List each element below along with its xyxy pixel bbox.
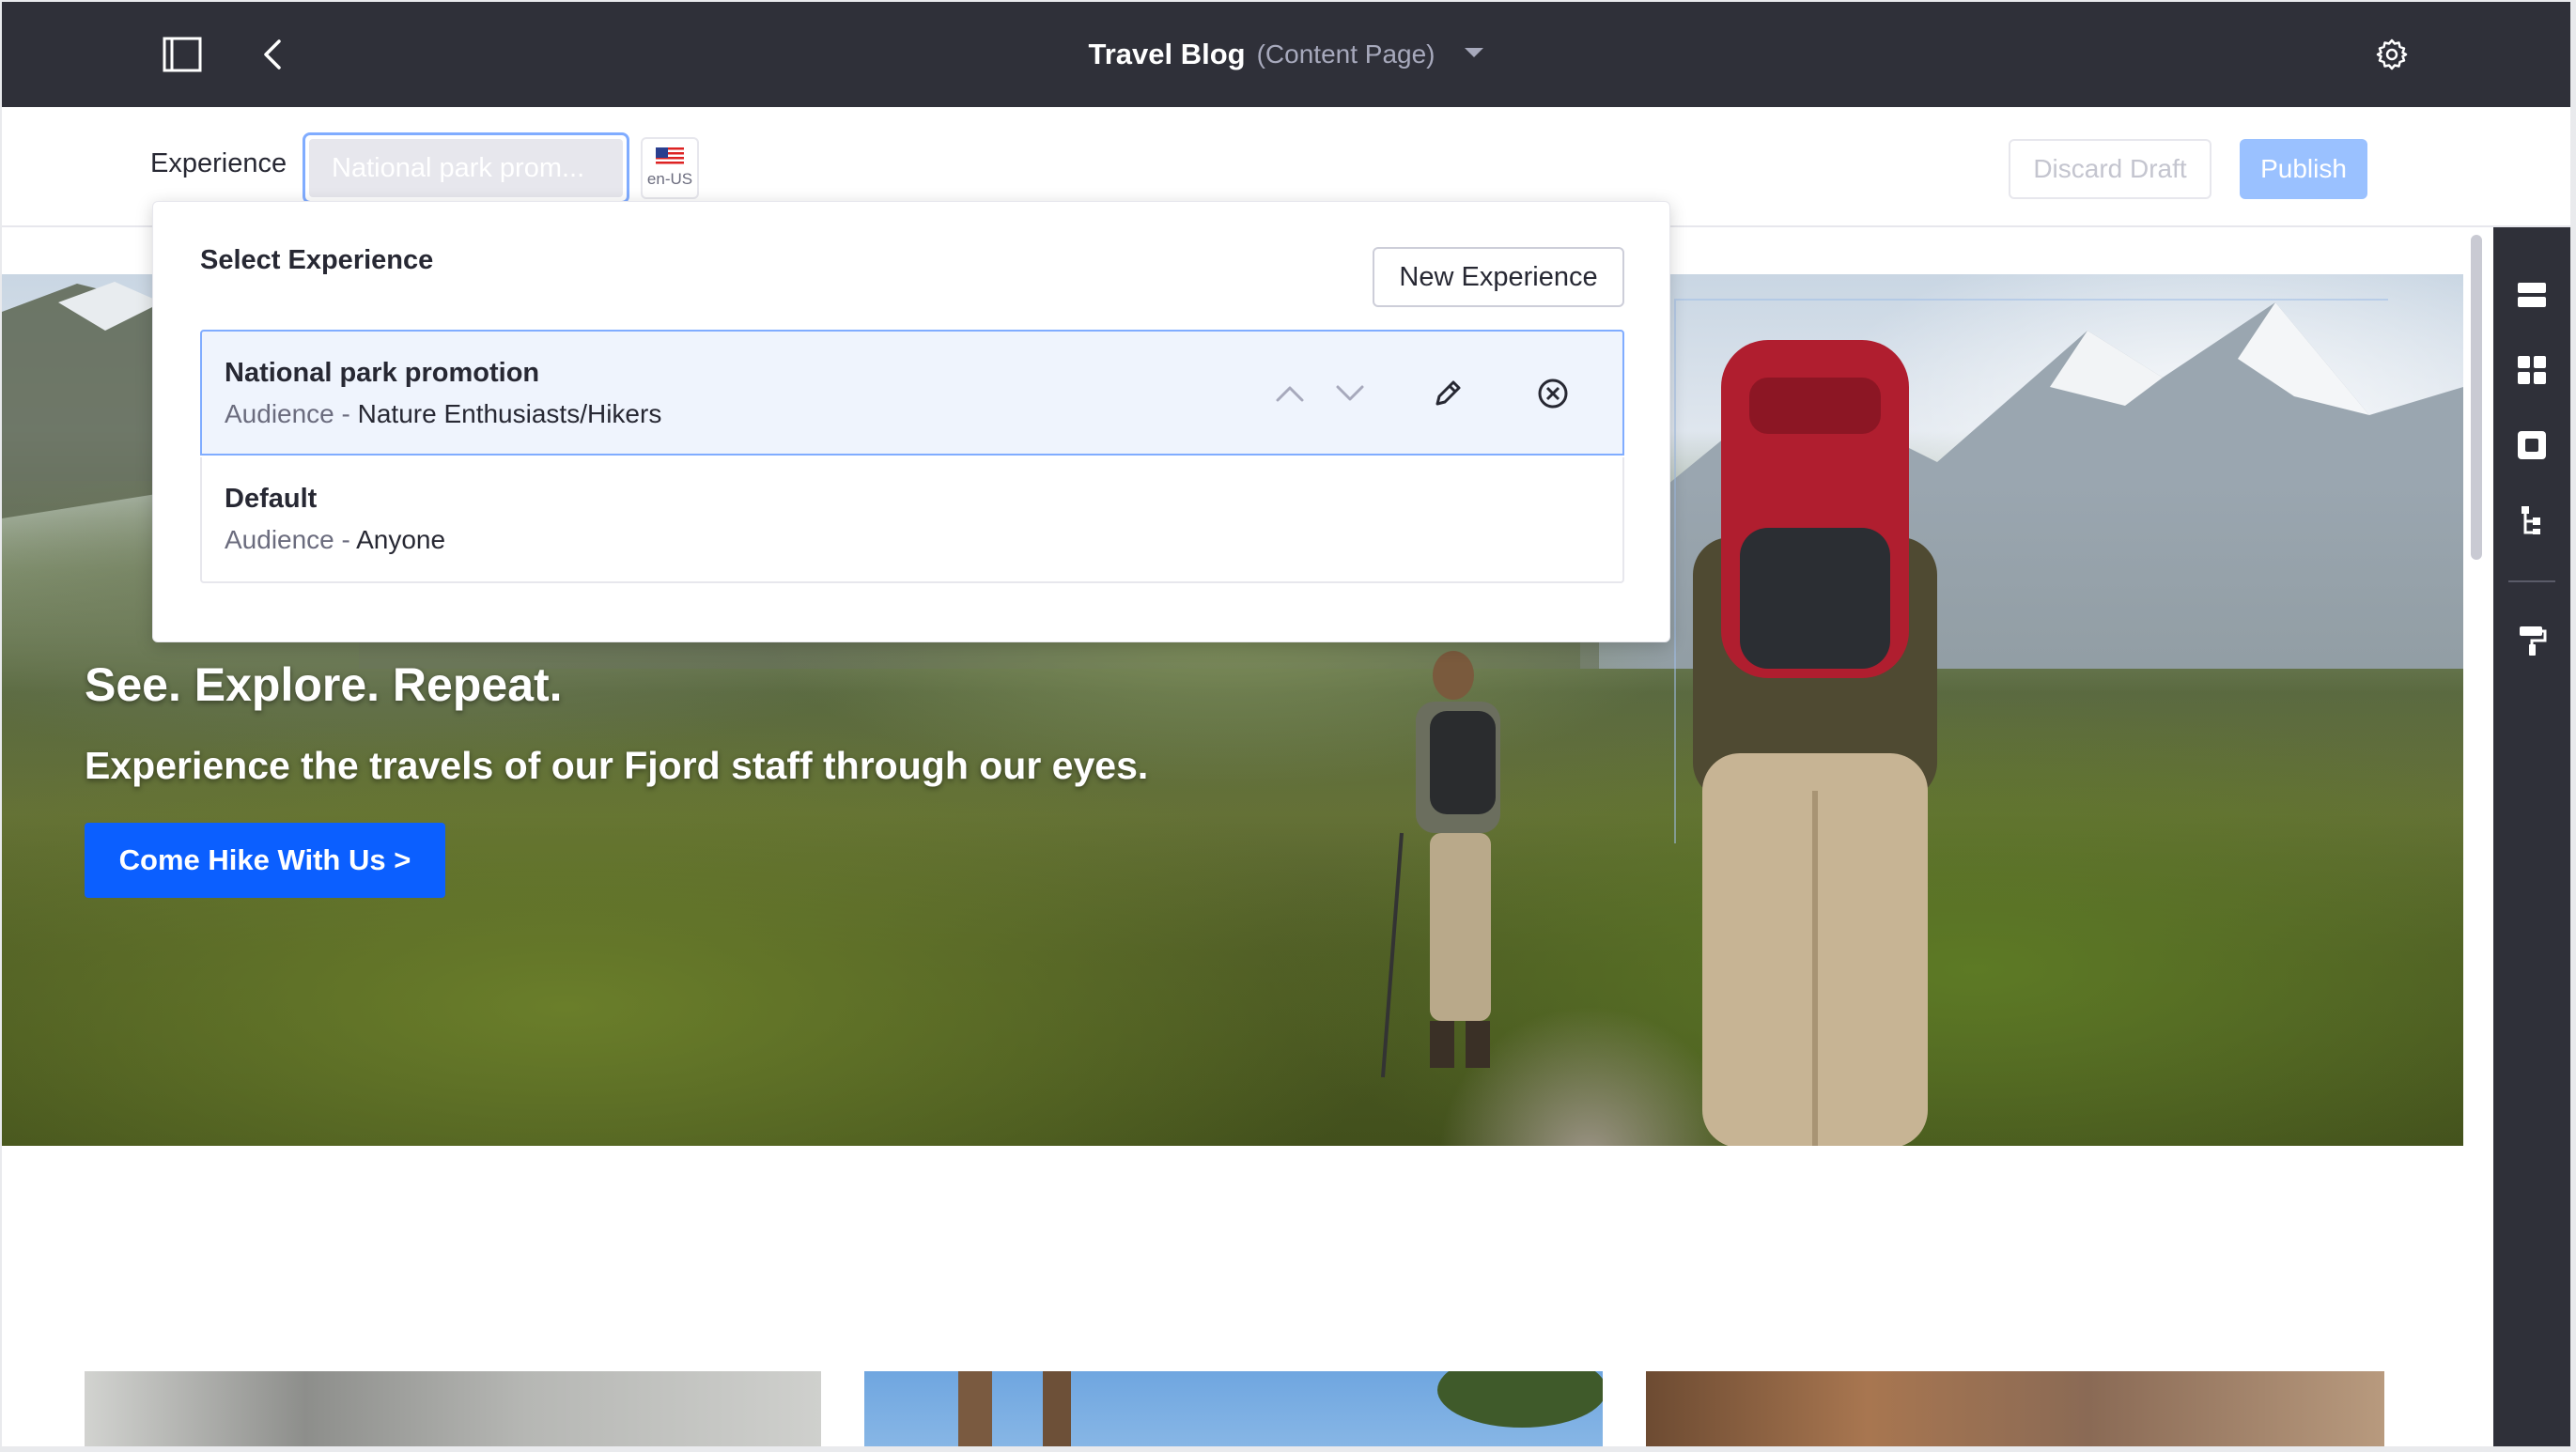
experience-dropdown: Select Experience New Experience Nationa… [152, 201, 1670, 642]
experience-item-default[interactable]: Default Audience - Anyone [200, 457, 1624, 583]
sections-icon[interactable] [2513, 276, 2551, 314]
widgets-icon[interactable] [2513, 426, 2551, 464]
hero-subtitle: Experience the travels of our Fjord staf… [85, 744, 1149, 787]
experience-name: Default [225, 484, 318, 514]
caret-down-icon[interactable] [1464, 46, 1484, 64]
experience-item-national-park[interactable]: National park promotion Audience - Natur… [200, 330, 1624, 456]
experience-audience: Audience - Anyone [225, 525, 445, 555]
page-title-area[interactable]: Travel Blog (Content Page) [2, 2, 2570, 107]
experience-name: National park promotion [225, 358, 540, 388]
language-code: en-US [646, 170, 693, 188]
discard-draft-button[interactable]: Discard Draft [2009, 139, 2211, 199]
sidebar-divider [2508, 580, 2555, 582]
experience-selected-value: National park prom... [309, 139, 623, 197]
page-scrollbar-thumb[interactable] [2471, 235, 2482, 560]
dropdown-title: Select Experience [200, 245, 434, 275]
audience-key: Audience - [225, 525, 357, 554]
page-type: (Content Page) [1256, 39, 1435, 69]
experience-selector[interactable]: National park prom... [303, 132, 629, 204]
tree-silhouette [958, 1371, 1603, 1446]
close-circle-icon[interactable] [1530, 371, 1575, 416]
audience-value: Nature Enthusiasts/Hikers [357, 399, 662, 428]
pencil-icon[interactable] [1425, 371, 1470, 416]
app-frame: Travel Blog (Content Page) Experience Na… [2, 2, 2570, 1446]
card-image-1[interactable] [85, 1371, 821, 1446]
card-image-3[interactable] [1646, 1371, 2384, 1446]
right-sidebar [2493, 227, 2570, 1446]
card-image-2[interactable] [864, 1371, 1603, 1446]
selection-outline [1674, 299, 2388, 843]
language-selector[interactable]: en-US [641, 137, 699, 199]
chevron-up-icon[interactable] [1267, 371, 1312, 416]
hero-cta-button[interactable]: Come Hike With Us > [85, 823, 445, 898]
publish-button[interactable]: Publish [2240, 139, 2367, 199]
experience-label: Experience [150, 148, 287, 178]
page-structure-icon[interactable] [2513, 502, 2551, 539]
experience-audience: Audience - Nature Enthusiasts/Hikers [225, 399, 661, 429]
fragments-icon[interactable] [2513, 351, 2551, 389]
hiker-small [1381, 651, 1500, 1078]
new-experience-button[interactable]: New Experience [1373, 247, 1624, 307]
hero-title: See. Explore. Repeat. [85, 658, 563, 711]
top-bar: Travel Blog (Content Page) [2, 2, 2570, 107]
gear-icon[interactable] [2366, 28, 2418, 81]
page-title: Travel Blog [1088, 38, 1246, 70]
audience-value: Anyone [356, 525, 446, 554]
us-flag-icon [656, 147, 684, 166]
chevron-down-icon[interactable] [1327, 371, 1373, 416]
audience-key: Audience - [225, 399, 358, 428]
paint-roller-icon[interactable] [2513, 622, 2551, 659]
